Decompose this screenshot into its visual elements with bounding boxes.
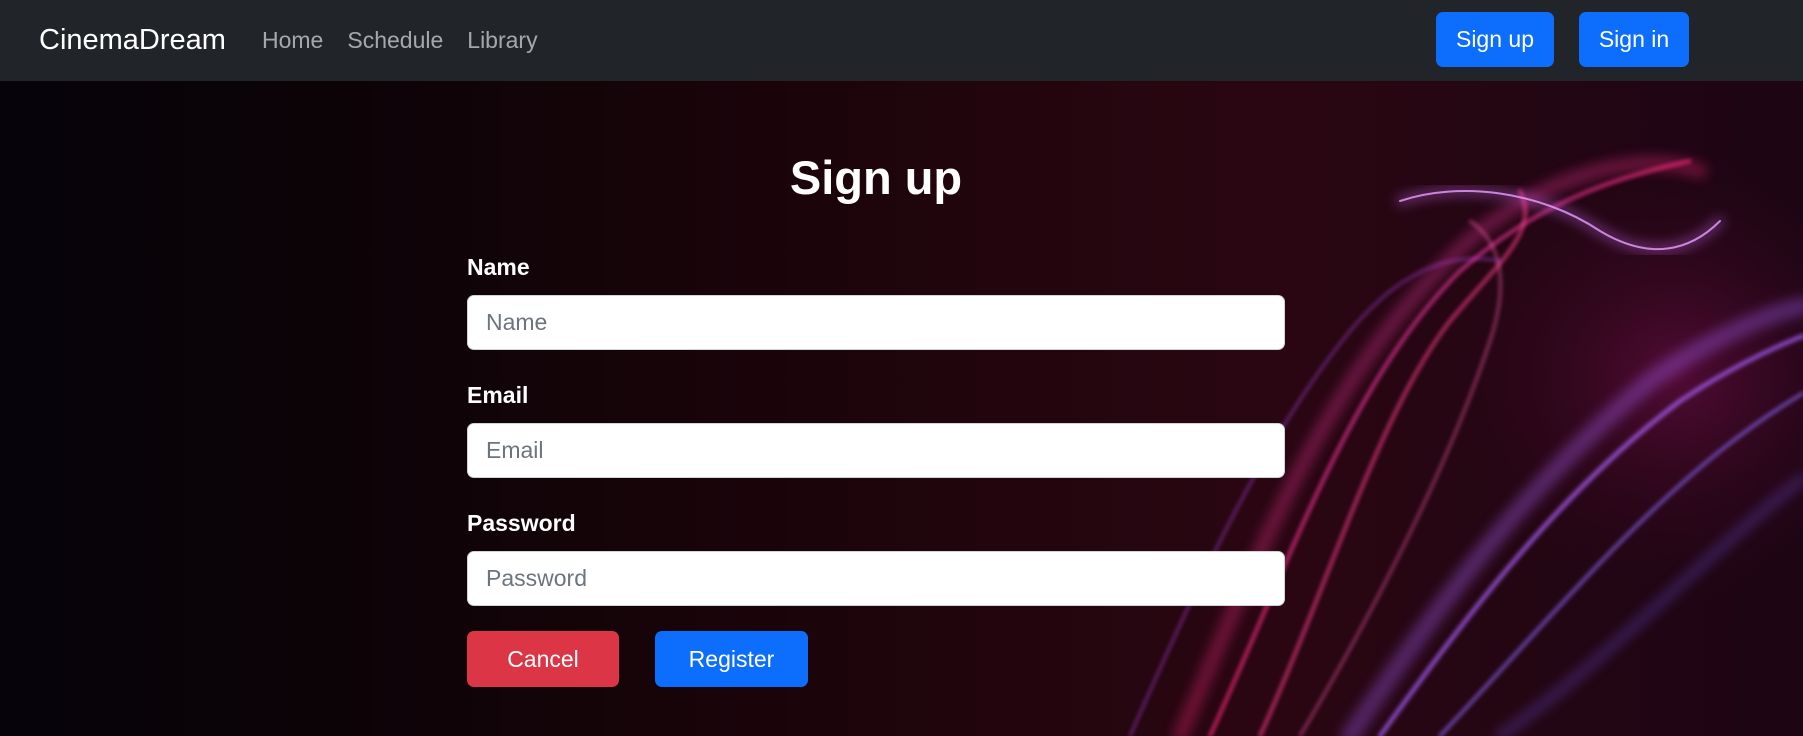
name-input[interactable] — [467, 295, 1285, 350]
nav-link-home[interactable]: Home — [262, 24, 323, 56]
password-label: Password — [467, 510, 576, 536]
signup-button[interactable]: Sign up — [1436, 12, 1554, 67]
name-label: Name — [467, 254, 530, 280]
top-navbar: CinemaDream Home Schedule Library Sign u… — [0, 0, 1803, 81]
signin-button[interactable]: Sign in — [1579, 12, 1689, 67]
email-input[interactable] — [467, 423, 1285, 478]
brand-logo[interactable]: CinemaDream — [39, 22, 226, 58]
nav-link-schedule[interactable]: Schedule — [347, 24, 443, 56]
email-label: Email — [467, 382, 529, 408]
page-title: Sign up — [789, 151, 963, 204]
nav-link-library[interactable]: Library — [467, 24, 537, 56]
nav-links: Home Schedule Library — [262, 24, 538, 56]
password-input[interactable] — [467, 551, 1285, 606]
register-button[interactable]: Register — [655, 631, 808, 687]
cancel-button[interactable]: Cancel — [467, 631, 619, 687]
